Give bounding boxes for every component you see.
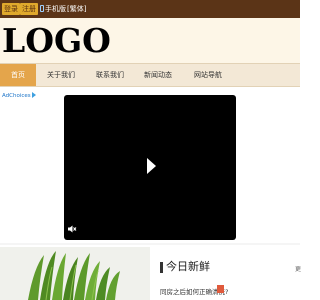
top-bar: 登录 注册 手机版 [繁体] bbox=[0, 0, 300, 18]
news-hot-badge bbox=[217, 285, 224, 293]
mobile-version-label: 手机版 bbox=[45, 5, 66, 13]
section-more-link[interactable]: 更 bbox=[295, 264, 301, 273]
play-icon[interactable] bbox=[147, 158, 156, 174]
login-button[interactable]: 登录 bbox=[2, 3, 20, 15]
nav-item-about[interactable]: 关于我们 bbox=[36, 64, 86, 86]
adchoices-link[interactable]: AdChoices bbox=[2, 92, 36, 99]
okra-photo[interactable] bbox=[0, 247, 150, 300]
nav-item-news[interactable]: 新闻动态 bbox=[134, 64, 182, 86]
adchoices-icon bbox=[31, 92, 36, 98]
mobile-version-link[interactable]: 手机版 bbox=[40, 3, 66, 15]
main-nav: 首页 关于我们 联系我们 新闻动态 网站导航 bbox=[0, 63, 300, 87]
adchoices-label: AdChoices bbox=[2, 93, 31, 99]
section-title: 今日新鲜 bbox=[166, 260, 210, 273]
phone-icon bbox=[40, 5, 44, 12]
nav-item-home[interactable]: 首页 bbox=[0, 64, 36, 86]
site-logo[interactable]: LOGO bbox=[2, 21, 111, 61]
nav-item-contact[interactable]: 联系我们 bbox=[86, 64, 134, 86]
register-button[interactable]: 注册 bbox=[20, 3, 38, 15]
section-title-marker bbox=[160, 262, 163, 273]
nav-item-sitemap[interactable]: 网站导航 bbox=[182, 64, 234, 86]
section-divider bbox=[0, 243, 300, 245]
mute-icon[interactable] bbox=[67, 224, 77, 234]
traditional-chinese-link[interactable]: [繁体] bbox=[67, 3, 86, 15]
